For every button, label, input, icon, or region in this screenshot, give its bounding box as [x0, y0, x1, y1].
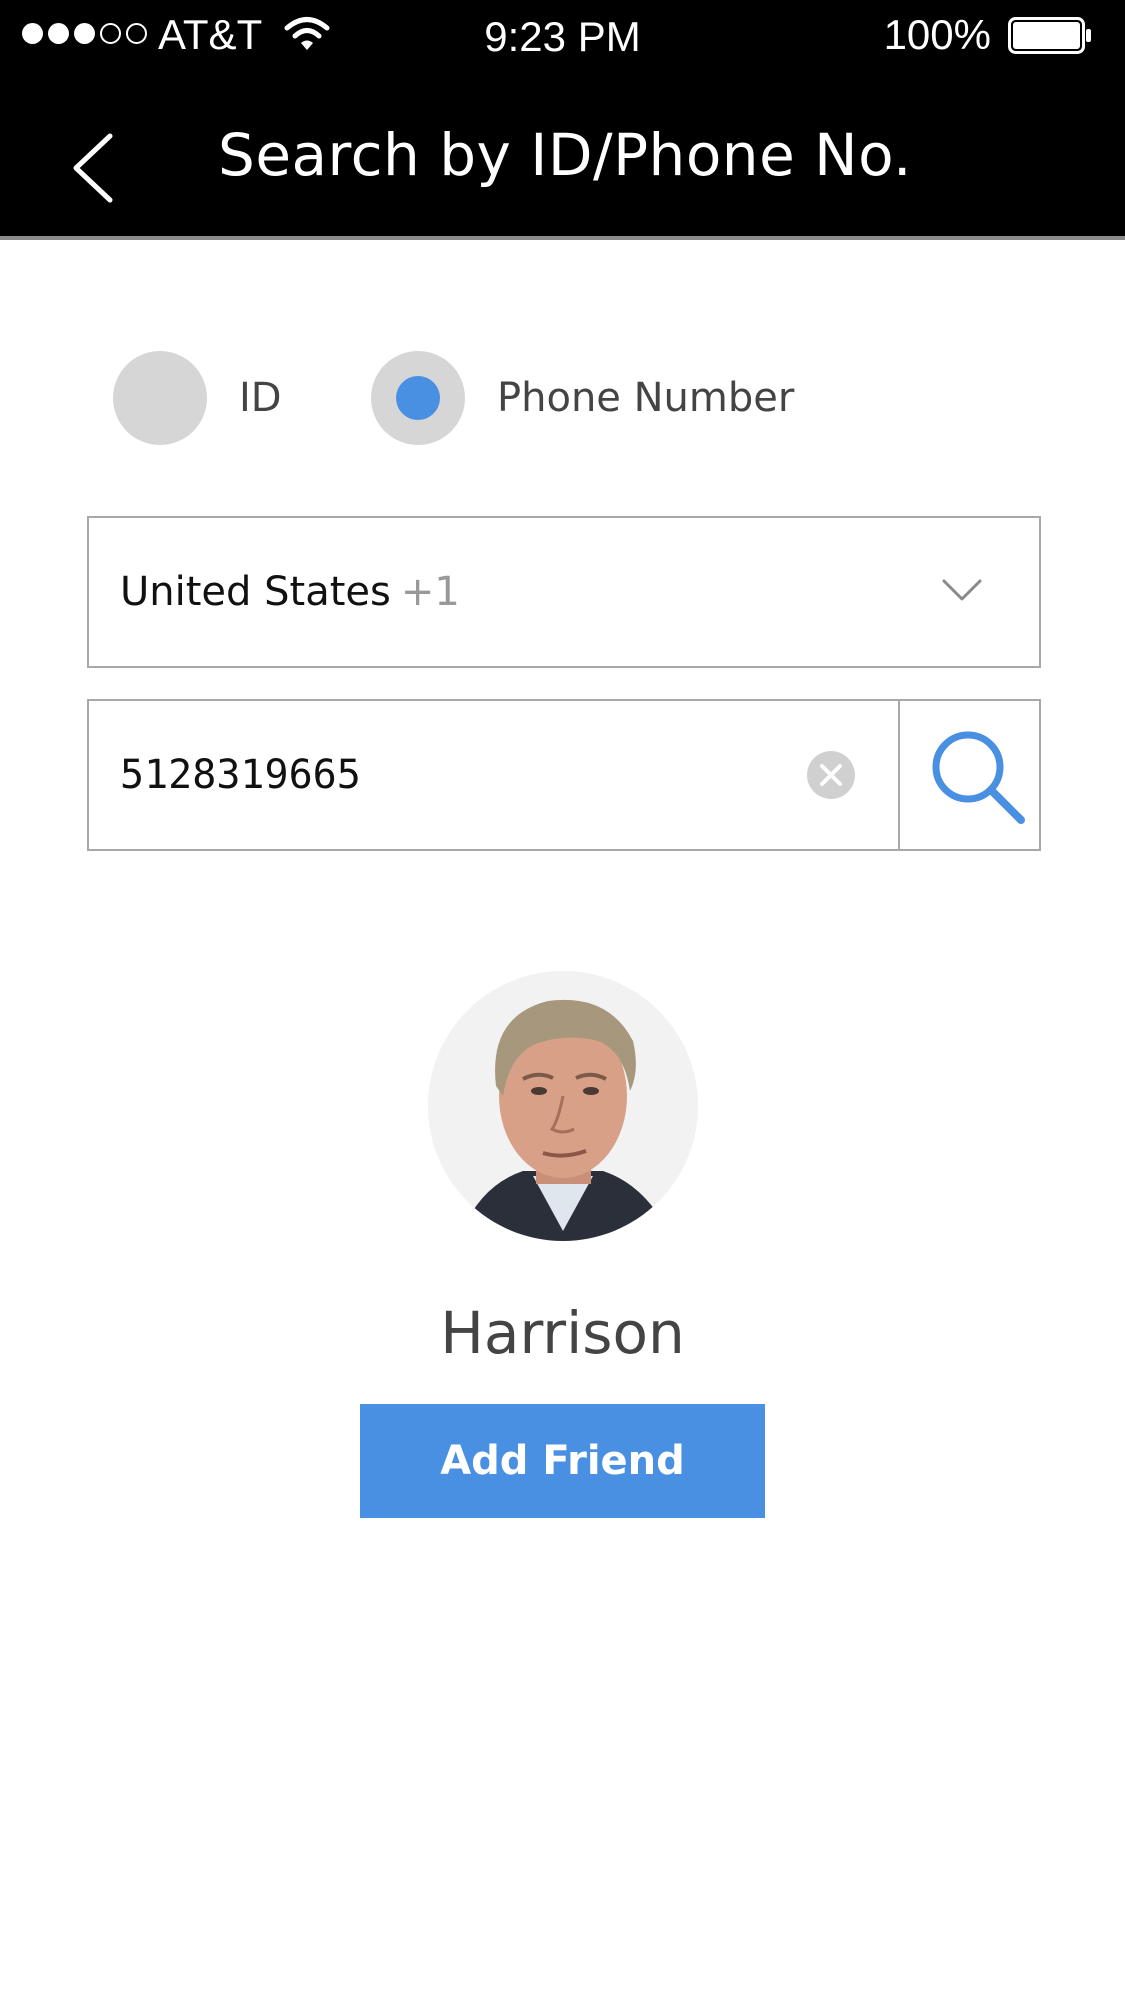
country-name: United States [120, 569, 391, 615]
navigation-bar: Search by ID/Phone No. [0, 70, 1125, 240]
radio-label-phone-number: Phone Number [497, 375, 795, 421]
avatar [428, 971, 698, 1241]
phone-number-input[interactable] [120, 745, 760, 805]
battery-icon [1008, 17, 1091, 54]
radio-circle-icon[interactable] [113, 351, 207, 445]
battery-percent: 100% [883, 11, 991, 58]
radio-label-id: ID [239, 375, 282, 421]
search-by-id-phone-screen: AT&T 9:23 PM 100% Search by ID/Phone No.… [0, 0, 1125, 2001]
result-name: Harrison [440, 1299, 685, 1367]
radio-selected-icon[interactable] [371, 351, 465, 445]
country-select[interactable]: United States +1 [87, 516, 1041, 668]
phone-search-row [87, 699, 1041, 851]
country-code: +1 [400, 569, 460, 615]
search-button[interactable] [900, 701, 1041, 849]
clear-circle-icon[interactable] [807, 751, 855, 799]
page-title: Search by ID/Phone No. [218, 121, 912, 189]
chevron-down-icon[interactable] [941, 578, 983, 604]
radio-option-id[interactable]: ID [113, 351, 282, 445]
chevron-left-icon[interactable] [70, 132, 116, 204]
add-friend-button[interactable]: Add Friend [360, 1404, 765, 1518]
search-icon[interactable] [928, 727, 1028, 827]
radio-option-phone-number[interactable]: Phone Number [371, 351, 794, 445]
status-bar: AT&T 9:23 PM 100% [0, 0, 1125, 70]
